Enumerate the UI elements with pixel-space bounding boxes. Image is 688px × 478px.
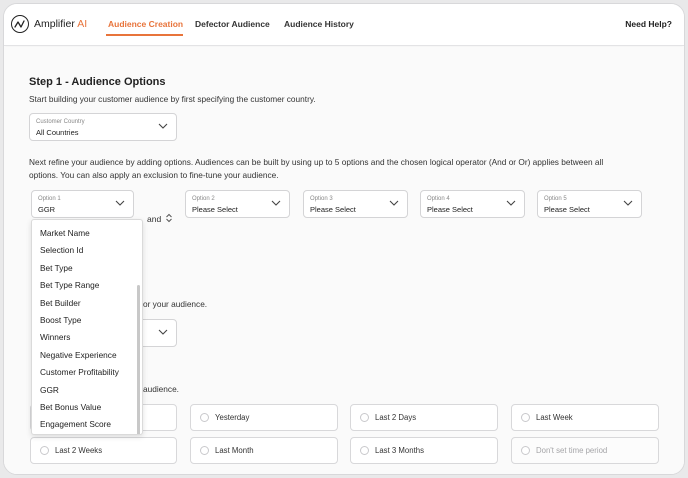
time-period-yesterday[interactable]: Yesterday xyxy=(190,404,338,431)
dropdown-item[interactable]: Bet Bonus Value xyxy=(40,402,101,412)
dropdown-item[interactable]: GGR xyxy=(40,385,59,395)
option-1-select[interactable]: Option 1 GGR xyxy=(31,190,134,218)
option-3-label: Option 3 xyxy=(310,196,333,202)
time-period-label: Last 2 Days xyxy=(375,413,417,422)
time-period-label: Don't set time period xyxy=(536,446,608,455)
time-period-label: Last Week xyxy=(536,413,573,422)
active-tab-indicator xyxy=(106,34,183,36)
exclusion-instructions-partial: or your audience. xyxy=(143,299,208,309)
option-5-label: Option 5 xyxy=(544,196,567,202)
dropdown-item[interactable]: Market Name xyxy=(40,228,90,238)
dropdown-item[interactable]: Negative Experience xyxy=(40,350,117,360)
option-4-value: Please Select xyxy=(427,205,473,214)
time-period-instructions-partial: audience. xyxy=(143,384,179,394)
need-help-link[interactable]: Need Help? xyxy=(625,19,672,29)
app-window: Amplifier AI Audience Creation Defector … xyxy=(3,3,685,475)
option-1-label: Option 1 xyxy=(38,196,61,202)
dropdown-item[interactable]: Winners xyxy=(40,332,70,342)
radio-button[interactable] xyxy=(360,413,369,422)
option-1-dropdown-list[interactable]: Market Name Selection Id Bet Type Bet Ty… xyxy=(31,219,143,435)
chevron-down-icon xyxy=(271,200,281,206)
chevron-down-icon xyxy=(623,200,633,206)
radio-button[interactable] xyxy=(200,413,209,422)
customer-country-value: All Countries xyxy=(36,128,79,137)
chevron-down-icon xyxy=(506,200,516,206)
dropdown-item[interactable]: Bet Type xyxy=(40,263,73,273)
time-period-label: Last 3 Months xyxy=(375,446,424,455)
dropdown-scrollbar[interactable] xyxy=(137,285,140,434)
dropdown-item[interactable]: Customer Profitability xyxy=(40,367,119,377)
dropdown-item[interactable]: Engagement Score xyxy=(40,419,111,429)
refine-instructions-line2: options. You can also apply an exclusion… xyxy=(29,170,279,180)
time-period-last-week[interactable]: Last Week xyxy=(511,404,659,431)
radio-button[interactable] xyxy=(200,446,209,455)
step1-title: Step 1 - Audience Options xyxy=(29,76,166,88)
option-4-select[interactable]: Option 4 Please Select xyxy=(420,190,525,218)
step1-intro: Start building your customer audience by… xyxy=(29,94,316,104)
tab-audience-history[interactable]: Audience History xyxy=(284,19,354,29)
dropdown-item[interactable]: Boost Type xyxy=(40,315,81,325)
brand-name[interactable]: Amplifier AI xyxy=(34,18,87,30)
chevron-down-icon xyxy=(158,329,168,335)
tab-audience-creation[interactable]: Audience Creation xyxy=(108,19,183,29)
dropdown-item[interactable]: Selection Id xyxy=(40,245,83,255)
top-navigation: Amplifier AI Audience Creation Defector … xyxy=(4,4,684,46)
time-period-last-2-weeks[interactable]: Last 2 Weeks xyxy=(30,437,177,464)
time-period-last-2-days[interactable]: Last 2 Days xyxy=(350,404,498,431)
option-3-value: Please Select xyxy=(310,205,356,214)
option-5-select[interactable]: Option 5 Please Select xyxy=(537,190,642,218)
customer-country-label: Customer Country xyxy=(36,119,85,125)
option-5-value: Please Select xyxy=(544,205,590,214)
option-2-value: Please Select xyxy=(192,205,238,214)
chevron-down-icon xyxy=(115,200,125,206)
tab-defector-audience[interactable]: Defector Audience xyxy=(195,19,270,29)
option-2-label: Option 2 xyxy=(192,196,215,202)
time-period-label: Last Month xyxy=(215,446,254,455)
amplifier-logo-icon[interactable] xyxy=(11,15,29,33)
radio-button[interactable] xyxy=(360,446,369,455)
operator-toggle-icon[interactable] xyxy=(165,213,173,223)
time-period-last-month[interactable]: Last Month xyxy=(190,437,338,464)
time-period-last-3-months[interactable]: Last 3 Months xyxy=(350,437,498,464)
time-period-dont-set: Don't set time period xyxy=(511,437,659,464)
logical-operator-value[interactable]: and xyxy=(147,214,161,224)
brand-name-text: Amplifier xyxy=(34,18,75,30)
time-period-label: Last 2 Weeks xyxy=(55,446,103,455)
radio-button[interactable] xyxy=(40,446,49,455)
brand-ai-suffix: AI xyxy=(77,18,88,30)
time-period-label: Yesterday xyxy=(215,413,250,422)
option-3-select[interactable]: Option 3 Please Select xyxy=(303,190,408,218)
option-2-select[interactable]: Option 2 Please Select xyxy=(185,190,290,218)
dropdown-item[interactable]: Bet Type Range xyxy=(40,280,99,290)
option-4-label: Option 4 xyxy=(427,196,450,202)
customer-country-select[interactable]: Customer Country All Countries xyxy=(29,113,177,141)
dropdown-item[interactable]: Bet Builder xyxy=(40,298,81,308)
radio-button[interactable] xyxy=(521,413,530,422)
chevron-down-icon xyxy=(389,200,399,206)
main-content: Step 1 - Audience Options Start building… xyxy=(4,47,684,474)
refine-instructions-line1: Next refine your audience by adding opti… xyxy=(29,157,604,167)
option-1-value: GGR xyxy=(38,205,56,214)
chevron-down-icon xyxy=(158,123,168,129)
radio-button xyxy=(521,446,530,455)
